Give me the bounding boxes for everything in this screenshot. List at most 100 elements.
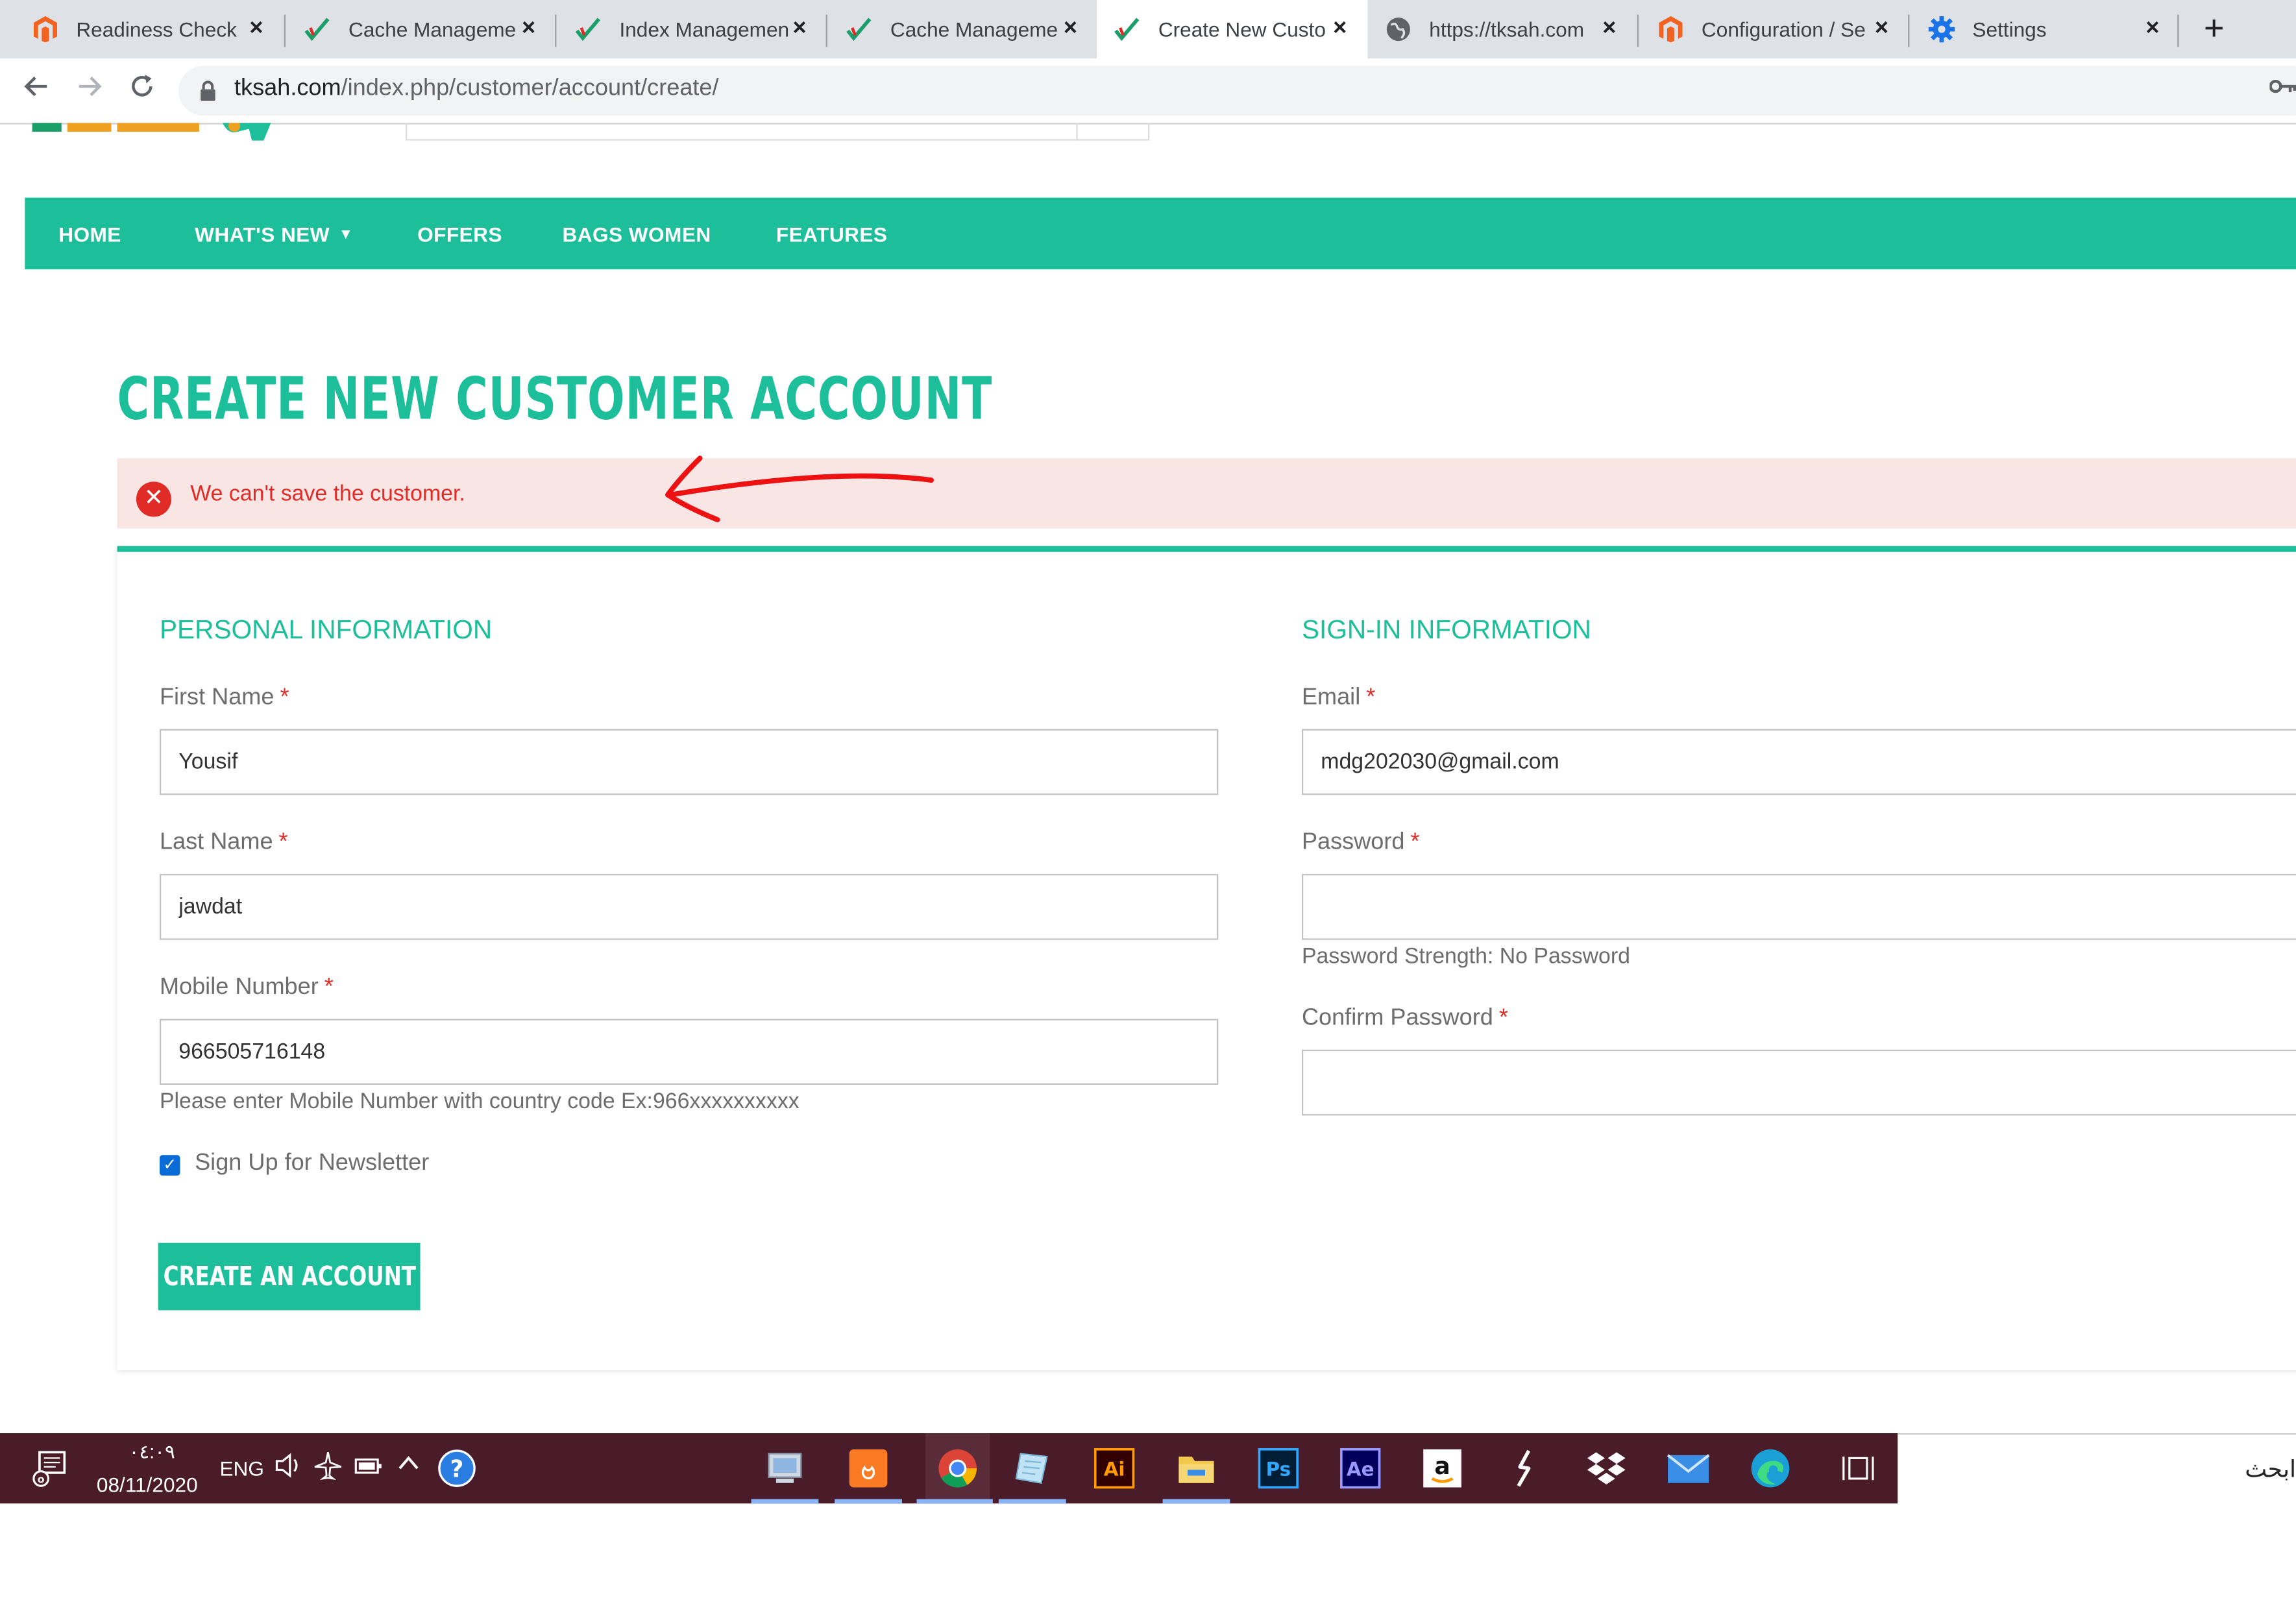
svg-text:o: o xyxy=(38,1473,45,1486)
confirm-password-label: Confirm Password * xyxy=(1302,1006,1508,1032)
close-icon[interactable]: × xyxy=(515,16,542,43)
back-button[interactable] xyxy=(18,72,56,110)
clock-time[interactable]: ٠٤:٠٩ xyxy=(129,1440,175,1464)
amazon-icon[interactable]: a xyxy=(1419,1445,1465,1492)
url-input[interactable]: tksah.com/index.php/customer/account/cre… xyxy=(178,66,2296,116)
confirm-password-field[interactable] xyxy=(1301,1049,2296,1116)
mobile-number-note: Please enter Mobile Number with country … xyxy=(159,1089,800,1115)
dropbox-icon[interactable] xyxy=(1583,1445,1630,1492)
notifications-icon[interactable]: o xyxy=(27,1445,73,1492)
svg-text:ဗ: ဗ xyxy=(861,1454,875,1485)
tab-label: Cache Manageme xyxy=(890,18,1058,42)
after-effects-label: Ae xyxy=(1347,1458,1374,1480)
illustrator-label: Ai xyxy=(1104,1458,1125,1480)
close-icon[interactable]: × xyxy=(1057,16,1084,43)
label-text: Password xyxy=(1301,830,1405,855)
newsletter-label[interactable]: Sign Up for Newsletter xyxy=(195,1151,429,1178)
required-mark: * xyxy=(324,974,334,1000)
tab-settings[interactable]: Settings × xyxy=(1911,0,2180,58)
nav-item-features[interactable]: FEATURES xyxy=(776,223,888,246)
screen: Readiness Check × Cache Manageme × Index… xyxy=(0,0,2296,1618)
magento-icon xyxy=(32,16,59,43)
create-account-form xyxy=(117,546,2296,1370)
label-text: Email xyxy=(1301,684,1361,710)
reload-button[interactable] xyxy=(123,72,162,110)
taskbar-search-text: ابحث xyxy=(2245,1455,2296,1483)
check-icon xyxy=(304,16,331,43)
required-mark: * xyxy=(1498,1006,1508,1031)
clock-date[interactable]: 08/11/2020 xyxy=(97,1473,198,1496)
file-explorer-icon[interactable] xyxy=(1173,1445,1219,1492)
mail-icon[interactable] xyxy=(1665,1445,1712,1492)
site-search-button[interactable] xyxy=(1076,123,1148,141)
password-label: Password * xyxy=(1302,830,1420,856)
annotation-arrow xyxy=(665,455,934,522)
address-bar: tksah.com/index.php/customer/account/cre… xyxy=(0,58,2296,125)
after-effects-icon[interactable]: Ae xyxy=(1337,1445,1384,1492)
battery-icon[interactable] xyxy=(354,1452,384,1486)
new-tab-button[interactable]: + xyxy=(2193,9,2234,50)
password-field[interactable] xyxy=(1301,874,2296,940)
close-icon[interactable]: × xyxy=(787,16,813,43)
signin-info-legend: SIGN-IN INFORMATION xyxy=(1301,614,1591,644)
reload-icon xyxy=(132,75,153,97)
tab-index-management[interactable]: Index Managemen × xyxy=(558,0,827,58)
forward-button[interactable] xyxy=(70,72,108,110)
label-text: Confirm Password xyxy=(1301,1006,1493,1031)
volume-icon[interactable] xyxy=(274,1451,303,1487)
nav-item-offers[interactable]: OFFERS xyxy=(417,223,502,246)
required-mark: * xyxy=(280,684,289,710)
nav-item-label: WHAT'S NEW xyxy=(195,222,330,247)
tab-cache-management-1[interactable]: Cache Manageme × xyxy=(287,0,556,58)
help-icon[interactable]: ? xyxy=(434,1445,480,1492)
site-search-input[interactable] xyxy=(406,123,1150,141)
chrome-icon[interactable] xyxy=(925,1433,990,1504)
xampp-icon[interactable]: ဗ xyxy=(845,1445,892,1492)
last-name-field[interactable] xyxy=(159,874,1219,940)
tab-tksah[interactable]: https://tksah.com × xyxy=(1367,0,1637,58)
taskbar-search[interactable]: ابحث xyxy=(1898,1433,2296,1504)
create-account-button[interactable]: CREATE AN ACCOUNT xyxy=(158,1242,421,1311)
sublime-icon[interactable] xyxy=(1501,1445,1548,1492)
lock-icon xyxy=(201,80,215,101)
task-view-icon[interactable] xyxy=(1835,1445,1881,1492)
page-title: CREATE NEW CUSTOMER ACCOUNT xyxy=(117,366,993,433)
photoshop-icon[interactable]: Ps xyxy=(1255,1445,1302,1492)
email-label: Email * xyxy=(1302,685,1375,712)
airplane-mode-icon[interactable] xyxy=(313,1451,343,1487)
tab-configuration[interactable]: Configuration / Se × xyxy=(1640,0,1909,58)
globe-icon xyxy=(1386,16,1412,43)
close-icon[interactable]: × xyxy=(1596,16,1622,43)
tab-separator xyxy=(1637,14,1639,47)
tab-separator xyxy=(2177,14,2179,47)
first-name-field[interactable] xyxy=(159,729,1219,795)
key-icon[interactable] xyxy=(2269,76,2296,99)
nav-item-home[interactable]: HOME xyxy=(58,223,121,246)
site-logo[interactable] xyxy=(29,123,278,144)
photoshop-label: Ps xyxy=(1266,1458,1291,1480)
nav-item-whats-new[interactable]: WHAT'S NEW ▼ xyxy=(195,223,353,246)
tab-readiness-check[interactable]: Readiness Check × xyxy=(15,0,284,58)
illustrator-icon[interactable]: Ai xyxy=(1091,1445,1138,1492)
generic-app-icon[interactable] xyxy=(761,1445,808,1492)
chevron-up-icon[interactable] xyxy=(395,1451,422,1484)
close-icon[interactable]: × xyxy=(243,16,270,43)
close-icon[interactable]: × xyxy=(2140,16,2166,43)
nav-item-bags-women[interactable]: BAGS WOMEN xyxy=(562,223,711,246)
edge-icon[interactable] xyxy=(1747,1445,1794,1492)
language-indicator[interactable]: ENG xyxy=(219,1457,263,1480)
close-icon[interactable]: × xyxy=(1326,16,1353,43)
button-label: CREATE AN ACCOUNT xyxy=(163,1261,416,1292)
mobile-number-field[interactable] xyxy=(159,1019,1219,1085)
newsletter-checkbox[interactable]: ✓ xyxy=(159,1155,180,1176)
close-icon[interactable]: × xyxy=(1868,16,1895,43)
notepad-icon[interactable] xyxy=(1009,1445,1056,1492)
label-text: Mobile Number xyxy=(159,974,319,1000)
tab-label: Create New Custo xyxy=(1158,18,1326,42)
tab-create-new-customer[interactable]: Create New Custo × xyxy=(1097,0,1368,59)
tab-separator xyxy=(1908,14,1910,47)
mobile-number-label: Mobile Number * xyxy=(160,975,334,1002)
email-field[interactable] xyxy=(1301,729,2296,795)
chevron-down-icon: ▼ xyxy=(338,226,354,243)
tab-cache-management-2[interactable]: Cache Manageme × xyxy=(829,0,1098,58)
